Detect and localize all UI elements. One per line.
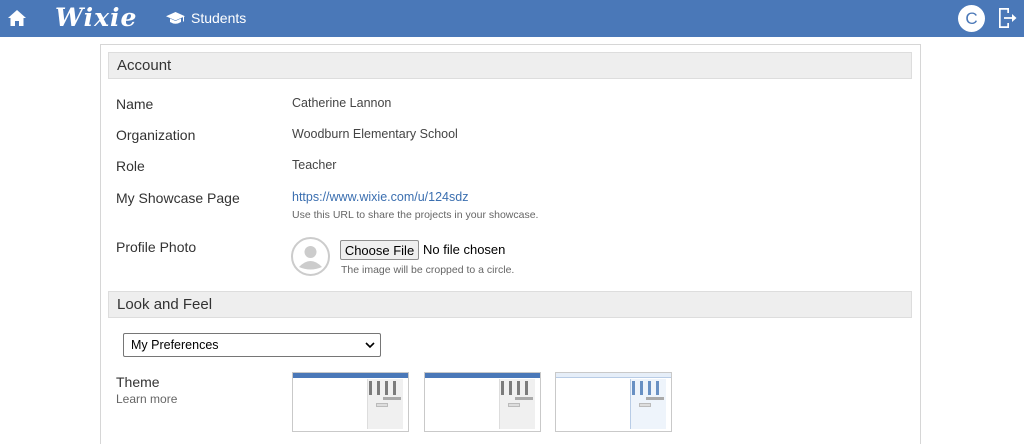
- home-icon[interactable]: [7, 8, 27, 28]
- organization-label: Organization: [116, 127, 196, 143]
- logout-icon[interactable]: [997, 7, 1017, 29]
- showcase-url-link[interactable]: https://www.wixie.com/u/124sdz: [292, 190, 468, 204]
- top-bar: Wixie Students C: [0, 0, 1024, 37]
- role-label: Role: [116, 158, 145, 174]
- students-nav[interactable]: Students: [166, 10, 246, 26]
- showcase-label: My Showcase Page: [116, 190, 240, 206]
- graduation-cap-icon: [166, 11, 185, 24]
- profile-photo-placeholder: [291, 237, 330, 276]
- students-label: Students: [191, 10, 247, 26]
- wixie-logo[interactable]: Wixie: [55, 3, 137, 32]
- learn-more-link[interactable]: Learn more: [116, 392, 177, 406]
- organization-value: Woodburn Elementary School: [292, 127, 458, 141]
- theme-thumbnail-light[interactable]: [555, 372, 672, 432]
- no-file-chosen-text: No file chosen: [423, 242, 506, 257]
- choose-file-button[interactable]: Choose File: [340, 240, 419, 260]
- theme-thumbnail-classic-alt[interactable]: [424, 372, 541, 432]
- name-value: Catherine Lannon: [292, 96, 392, 110]
- account-section-header: Account: [108, 52, 912, 79]
- chevron-down-icon: [365, 342, 375, 349]
- name-label: Name: [116, 96, 154, 112]
- role-value: Teacher: [292, 158, 337, 172]
- showcase-hint: Use this URL to share the projects in yo…: [292, 209, 539, 221]
- preferences-select[interactable]: My Preferences: [123, 333, 381, 357]
- preferences-selected-value: My Preferences: [131, 338, 219, 352]
- look-and-feel-section-header: Look and Feel: [108, 291, 912, 318]
- theme-thumbnail-classic[interactable]: [292, 372, 409, 432]
- profile-photo-label: Profile Photo: [116, 239, 197, 255]
- photo-hint: The image will be cropped to a circle.: [341, 264, 515, 276]
- user-avatar[interactable]: C: [958, 5, 985, 32]
- theme-label: Theme: [116, 374, 160, 390]
- user-silhouette-icon: [299, 246, 322, 270]
